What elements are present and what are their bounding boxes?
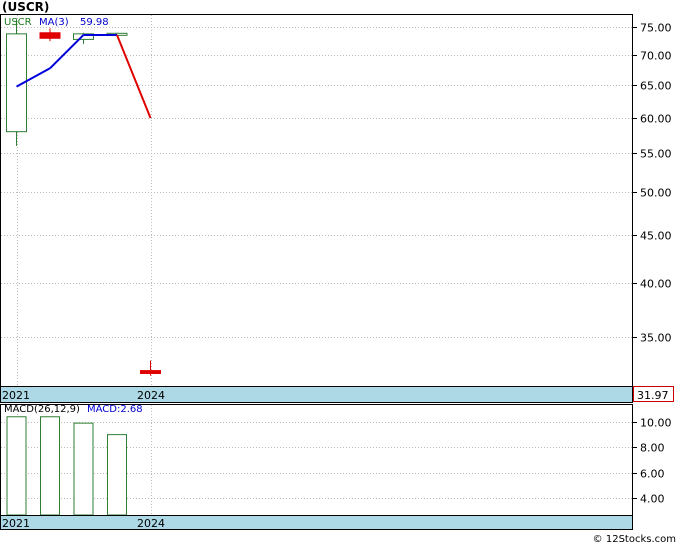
macd-bar <box>73 422 94 516</box>
price-plot-area <box>0 14 633 387</box>
footer-credit: © 12Stocks.com <box>592 534 676 545</box>
price-tick-label: 35.00 <box>640 332 672 345</box>
price-xaxis-label: 2024 <box>137 389 165 402</box>
macd-legend-name: MACD(26,12,9) <box>4 404 80 415</box>
macd-bar <box>107 434 127 516</box>
price-tick-label: 65.00 <box>640 80 672 93</box>
price-tick-label: 70.00 <box>640 50 672 63</box>
price-xaxis-bar <box>0 386 633 403</box>
price-tick-label: 60.00 <box>640 113 672 126</box>
macd-tick-label: 6.00 <box>640 468 665 481</box>
legend-ma-value: 59.98 <box>80 17 109 28</box>
macd-xaxis-bar <box>0 515 633 530</box>
candle-body <box>39 32 61 39</box>
candle-body <box>140 370 161 374</box>
chart-canvas: 35.00 40.00 45.00 50.00 55.00 60.00 65.00 70.00… <box>0 14 674 530</box>
legend-symbol: USCR <box>4 17 32 28</box>
macd-tick-label: 4.00 <box>640 493 665 506</box>
macd-bar <box>40 416 60 516</box>
price-tick-label: 45.00 <box>640 230 672 243</box>
macd-xaxis-label: 2021 <box>2 517 30 530</box>
last-price-label: 31.97 <box>637 389 669 402</box>
macd-xaxis-label: 2024 <box>137 517 165 530</box>
price-xaxis-label: 2021 <box>2 389 30 402</box>
price-tick-label: 50.00 <box>640 187 672 200</box>
price-tick-label: 75.00 <box>640 22 672 35</box>
macd-tick-label: 8.00 <box>640 442 665 455</box>
price-tick-label: 55.00 <box>640 148 672 161</box>
macd-legend-value: MACD:2.68 <box>87 404 143 415</box>
price-tick-label: 40.00 <box>640 278 672 291</box>
macd-tick-label: 10.00 <box>640 417 672 430</box>
legend-ma-label: MA(3) <box>39 17 69 28</box>
macd-bar <box>6 416 27 516</box>
